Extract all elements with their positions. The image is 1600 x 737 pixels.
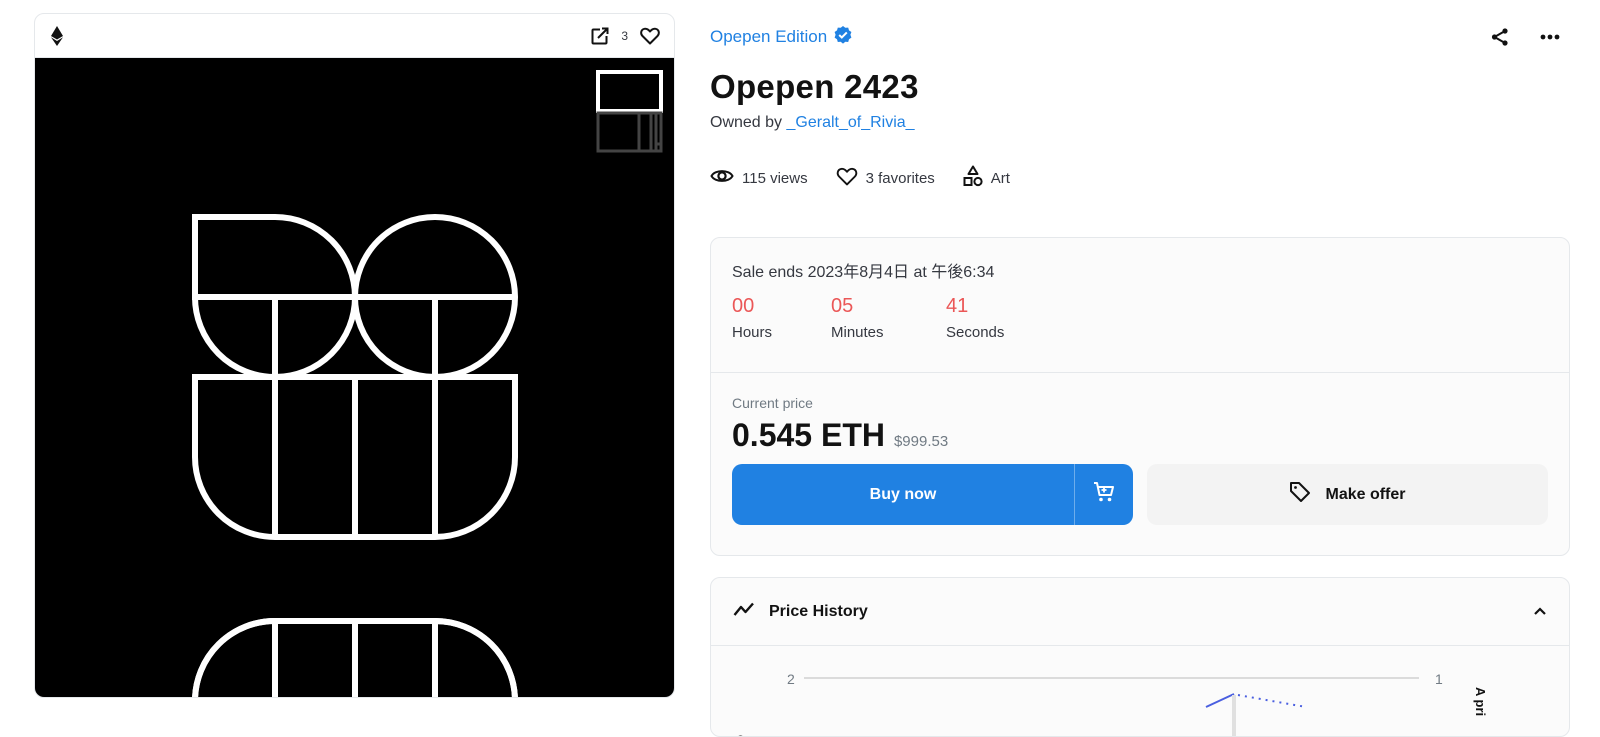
item-title: Opepen 2423 [710,68,919,105]
media-card: 3 [34,13,675,698]
current-price-label: Current price [732,395,813,411]
price-history-title-wrap: Price History [733,601,868,622]
eye-icon [710,168,734,188]
price-history-chart: e 2 1 A pri [711,647,1569,736]
owner-link[interactable]: _Geralt_of_Rivia_ [787,114,915,131]
countdown-hours: 00 Hours [732,295,831,341]
tag-icon [1289,481,1311,508]
ethereum-icon [51,25,63,46]
right-axis-tick: 1 [1435,671,1443,687]
price-row: 0.545 ETH $999.53 [732,417,1548,454]
favorites-count: 3 favorites [865,169,935,187]
top-actions [1490,27,1570,47]
cart-icon [1092,480,1116,509]
views-count: 115 views [742,169,808,187]
purchase-actions: Buy now Make offer [732,464,1548,525]
series-line-solid [1205,693,1235,708]
share-icon[interactable] [1490,27,1510,47]
verified-badge-icon [833,25,853,50]
category-stat[interactable]: Art [963,165,1010,191]
media-actions: 3 [591,26,660,45]
category-label: Art [990,169,1010,187]
countdown-label: Hours [732,324,773,341]
make-offer-label: Make offer [1325,485,1406,503]
favorite-count: 3 [621,28,628,43]
buy-button-group: Buy now [732,464,1133,525]
owned-by-label: Owned by [710,114,783,131]
trending-icon [733,601,757,622]
countdown: 00 Hours 05 Minutes 41 Seconds [732,295,1548,341]
countdown-seconds: 41 Seconds [946,295,1004,341]
artwork-graphic [191,70,663,697]
price-eth: 0.545 ETH [732,417,885,453]
countdown-label: Seconds [946,324,1005,341]
favorites-stat[interactable]: 3 favorites [836,167,935,190]
countdown-value: 05 [831,295,854,317]
collection-link[interactable]: Opepen Edition [710,25,853,50]
countdown-value: 00 [732,295,755,317]
sale-timer-section: Sale ends 2023年8月4日 at 午後6:34 00 Hours 0… [711,238,1569,373]
add-to-cart-button[interactable] [1075,464,1133,525]
heart-icon [836,167,858,190]
heart-icon[interactable] [640,27,660,45]
sale-card: Sale ends 2023年8月4日 at 午後6:34 00 Hours 0… [710,237,1570,556]
open-external-icon[interactable] [591,26,610,45]
more-horizontal-icon[interactable] [1540,34,1560,40]
collection-row: Opepen Edition [710,13,1570,61]
sale-ends-text: Sale ends 2023年8月4日 at 午後6:34 [732,264,995,281]
collection-name: Opepen Edition [710,27,828,46]
price-history-title: Price History [769,602,868,620]
countdown-minutes: 05 Minutes [831,295,946,341]
media-header: 3 [35,14,674,58]
shapes-icon [963,165,983,191]
make-offer-button[interactable]: Make offer [1147,464,1548,525]
price-history-header[interactable]: Price History [711,578,1569,646]
price-section: Current price 0.545 ETH $999.53 Buy now … [711,373,1569,547]
owner-row: Owned by _Geralt_of_Rivia_ [710,114,1570,132]
views-stat: 115 views [710,168,808,188]
price-chart-svg: e 2 1 A pri [734,671,1488,736]
item-details: Opepen Edition Opepen 2423 Owned by _Ger… [710,13,1570,191]
price-usd: $999.53 [893,433,949,450]
countdown-label: Minutes [831,324,884,341]
buy-now-button[interactable]: Buy now [732,464,1075,525]
price-history-card: Price History e 2 1 A pri [710,577,1570,737]
countdown-value: 41 [946,295,969,317]
stats-row: 115 views 3 favorites Art [710,165,1570,191]
nft-artwork[interactable] [35,58,674,697]
volume-bar [1232,695,1236,736]
series-line-dotted [1237,694,1307,708]
left-axis-tick: 2 [787,671,795,687]
chevron-up-icon[interactable] [1533,603,1547,621]
right-axis-label: A pri [1473,687,1488,716]
